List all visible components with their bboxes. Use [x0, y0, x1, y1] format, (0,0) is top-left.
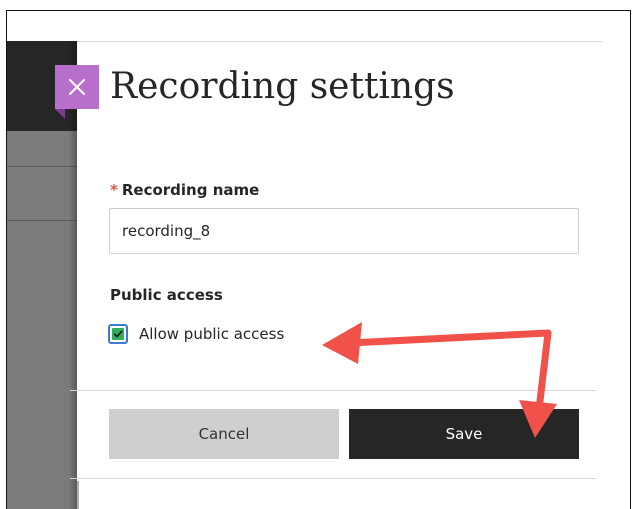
- close-button[interactable]: [55, 65, 99, 119]
- footer-divider: [70, 390, 596, 391]
- background-overlay: [7, 131, 77, 509]
- recording-name-label-text: Recording name: [121, 181, 260, 199]
- checkbox-checked-fill: [112, 328, 124, 340]
- bottom-divider: [70, 478, 596, 479]
- save-button[interactable]: Save: [349, 409, 579, 459]
- background-divider: [7, 166, 77, 167]
- public-access-option[interactable]: Allow public access: [108, 324, 284, 344]
- dialog-title: Recording settings: [110, 66, 455, 107]
- panel-top-border: [77, 41, 603, 42]
- public-access-heading: Public access: [110, 286, 223, 304]
- cancel-button[interactable]: Cancel: [109, 409, 339, 459]
- close-icon: [69, 79, 85, 95]
- recording-name-label: * Recording name: [110, 181, 259, 199]
- required-marker: *: [110, 181, 118, 199]
- checkmark-icon: [113, 330, 123, 338]
- recording-name-value: recording_8: [122, 222, 211, 240]
- background-divider: [7, 220, 77, 221]
- public-access-checkbox[interactable]: [108, 324, 128, 344]
- recording-name-input[interactable]: recording_8: [109, 208, 579, 254]
- public-access-checkbox-label: Allow public access: [139, 325, 285, 343]
